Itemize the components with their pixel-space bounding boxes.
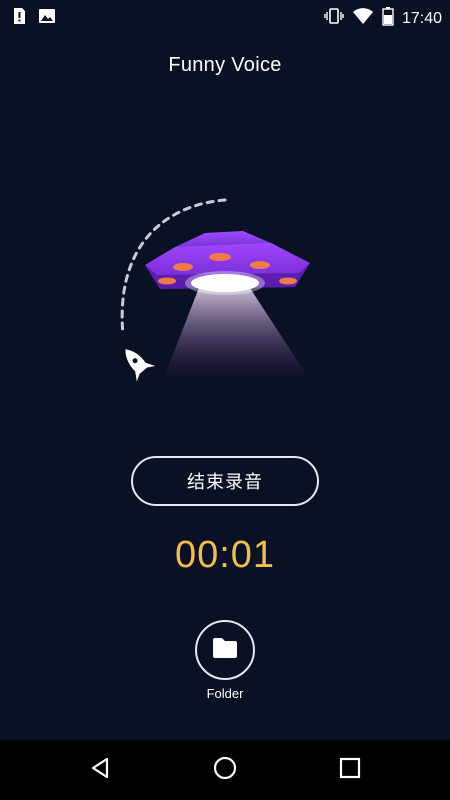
recording-timer: 00:01 [174, 534, 276, 576]
image-notification-icon [38, 7, 56, 30]
recents-button[interactable] [336, 756, 364, 784]
stop-recording-label: 结束录音 [187, 472, 263, 493]
status-bar: 17:40 [0, 0, 450, 32]
back-icon [88, 756, 112, 785]
ufo-illustration [105, 185, 335, 395]
recents-icon [338, 756, 362, 785]
folder-button[interactable] [195, 620, 255, 680]
folder-icon [212, 637, 238, 664]
battery-icon [382, 6, 394, 31]
folder-label: Folder [206, 686, 244, 701]
wifi-icon [352, 7, 374, 30]
vibrate-icon [324, 7, 344, 30]
sim-alert-icon [12, 7, 26, 30]
page-title: Funny Voice [168, 54, 282, 76]
screen: 17:40 Funny Voice 结束录音 00:01 Folder [0, 0, 450, 800]
rocket-icon [125, 349, 156, 382]
status-time: 17:40 [401, 9, 442, 27]
home-icon [213, 756, 237, 785]
navigation-bar [0, 740, 450, 800]
home-button[interactable] [211, 756, 239, 784]
back-button[interactable] [86, 756, 114, 784]
stop-recording-button[interactable]: 结束录音 [131, 456, 319, 506]
